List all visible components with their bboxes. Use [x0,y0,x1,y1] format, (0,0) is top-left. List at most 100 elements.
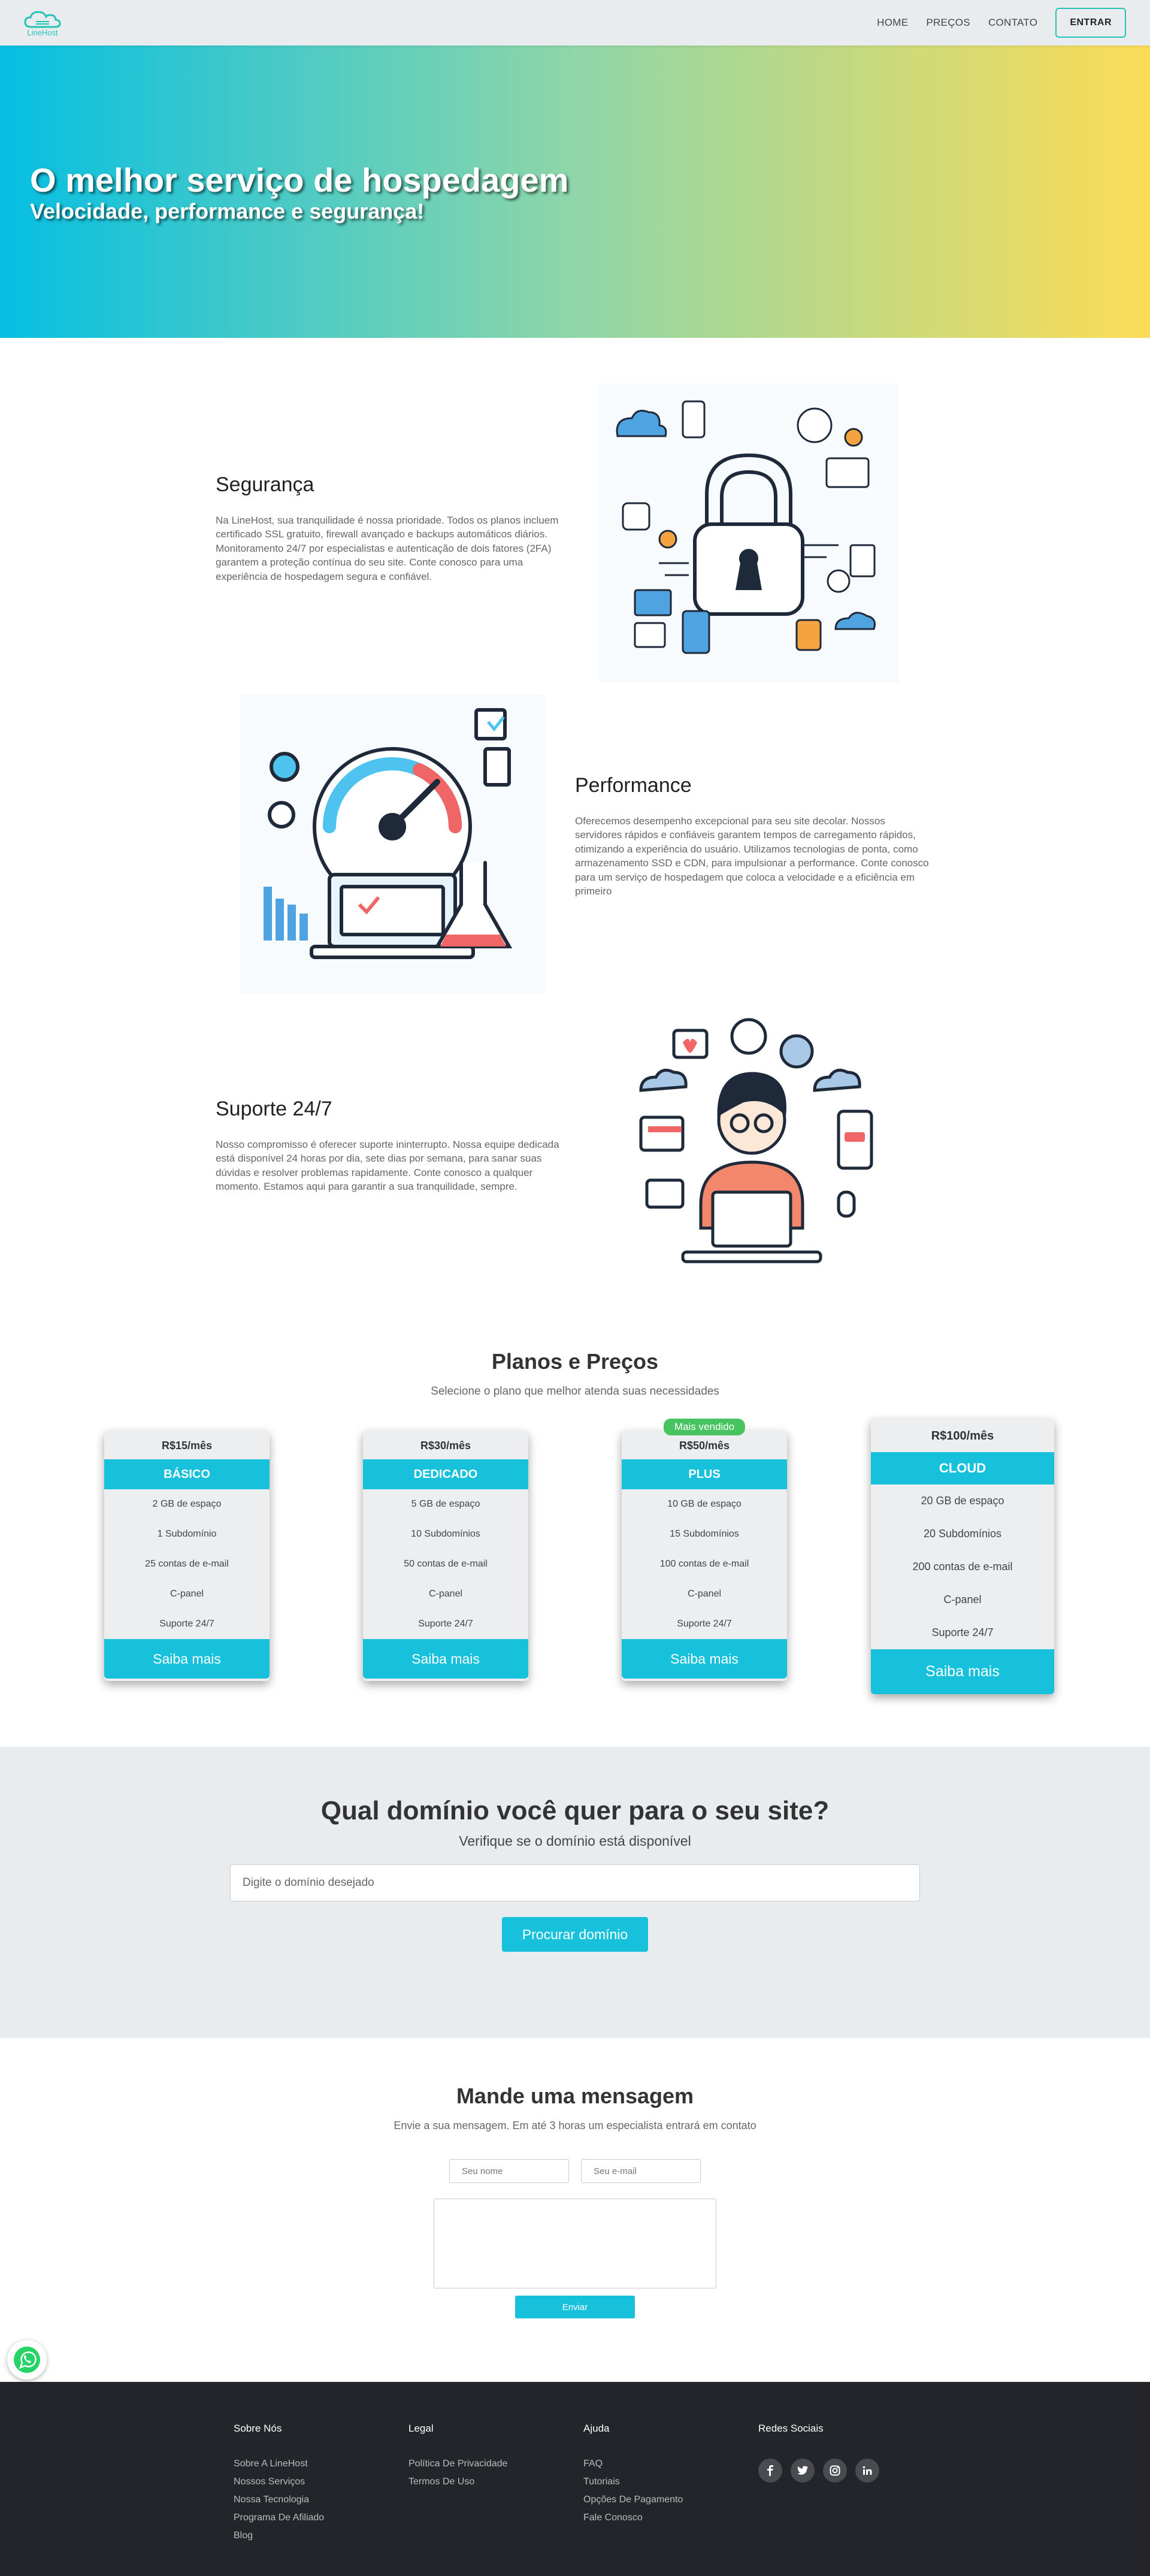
best-seller-badge: Mais vendido [663,1419,746,1435]
plan-feature: Suporte 24/7 [418,1619,473,1629]
footer-heading: Legal [408,2423,434,2434]
domain-title: Qual domínio você quer para o seu site? [320,1796,830,1825]
plan-feature: 5 GB de espaço [411,1499,480,1509]
logo-text: LineHost [27,28,58,37]
footer-column-social: Redes Sociais [758,2423,926,2483]
plan-price: R$100/mês [931,1429,994,1443]
feature-description: Nosso compromisso é oferecer suporte ini… [216,1139,559,1193]
plan-cta-button[interactable]: Saiba mais [363,1639,528,1679]
linkedin-icon[interactable] [855,2459,879,2483]
footer-link[interactable]: FAQ [583,2459,751,2469]
email-field[interactable] [581,2159,701,2183]
footer-link[interactable]: Política De Privacidade [408,2459,576,2469]
footer-link[interactable]: Nossa Tecnologia [234,2495,401,2505]
footer-link[interactable]: Nossos Serviços [234,2477,401,2487]
plan-feature: 10 Subdomínios [411,1529,480,1539]
pricing-subtitle: Selecione o plano que melhor atenda suas… [431,1385,719,1398]
plan-feature: C-panel [170,1589,204,1599]
name-field[interactable] [449,2159,569,2183]
cloud-logo-icon [24,10,61,28]
support-illustration [617,1012,886,1276]
feature-security: Segurança Na LineHost, sua tranquilidade… [216,473,575,583]
nav-links: HOME PREÇOS CONTATO ENTRAR [877,8,1131,38]
footer-heading: Sobre Nós [234,2423,282,2434]
footer-column-help: Ajuda FAQ Tutoriais Opções De Pagamento … [583,2423,751,2530]
footer-heading: Ajuda [583,2423,610,2434]
feature-performance: Performance Oferecemos desempenho excepc… [575,774,934,899]
footer-link[interactable]: Sobre A LineHost [234,2459,401,2469]
plan-feature: 1 Subdomínio [157,1529,217,1539]
footer-link[interactable]: Programa De Afiliado [234,2512,401,2523]
plan-cta-button[interactable]: Saiba mais [871,1649,1054,1694]
plan-cta-button[interactable]: Saiba mais [622,1639,787,1679]
plan-name: CLOUD [871,1452,1054,1484]
instagram-icon[interactable] [823,2459,847,2483]
twitter-icon[interactable] [791,2459,815,2483]
top-navbar: LineHost HOME PREÇOS CONTATO ENTRAR [0,0,1150,46]
social-links [758,2459,926,2483]
feature-support: Suporte 24/7 Nosso compromisso é oferece… [216,1097,575,1194]
domain-subtitle: Verifique se o domínio está disponível [459,1833,691,1849]
plan-feature: 20 Subdomínios [923,1528,1002,1540]
plan-feature: C-panel [943,1594,982,1606]
domain-search-section: Qual domínio você quer para o seu site? … [0,1747,1150,2038]
feature-title: Performance [575,774,692,797]
plan-feature: 10 GB de espaço [667,1499,742,1509]
plan-card-dedicado: R$30/mês DEDICADO 5 GB de espaço 10 Subd… [363,1431,528,1681]
plan-card-plus: Mais vendido R$50/mês PLUS 10 GB de espa… [622,1419,787,1681]
plan-feature: 2 GB de espaço [152,1499,222,1509]
plan-price: R$15/mês [161,1440,213,1452]
footer-column-about: Sobre Nós Sobre A LineHost Nossos Serviç… [234,2423,401,2548]
plan-feature: C-panel [428,1589,463,1599]
security-illustration [599,383,898,683]
footer-link[interactable]: Tutoriais [583,2477,751,2487]
nav-link-precos[interactable]: PREÇOS [926,17,970,29]
footer: Sobre Nós Sobre A LineHost Nossos Serviç… [0,2382,1150,2576]
performance-illustration [240,695,545,994]
padlock-icon [616,400,876,654]
plan-feature: Suporte 24/7 [677,1619,732,1629]
contact-subtitle: Envie a sua mensagem. Em até 3 horas um … [394,2120,756,2131]
hero-banner: O melhor serviço de hospedagem Velocidad… [0,46,1150,338]
facebook-icon[interactable] [758,2459,782,2483]
whatsapp-button[interactable] [7,2340,47,2380]
feature-description: Oferecemos desempenho excepcional para s… [575,815,929,897]
plan-price: R$30/mês [420,1440,471,1452]
search-domain-button[interactable]: Procurar domínio [502,1917,648,1952]
whatsapp-icon [14,2347,40,2373]
nav-link-home[interactable]: HOME [877,17,908,29]
plan-name: BÁSICO [104,1459,270,1489]
footer-link[interactable]: Opções De Pagamento [583,2495,751,2505]
feature-title: Suporte 24/7 [216,1097,332,1120]
support-agent-icon [639,1018,873,1263]
plan-card-cloud: R$100/mês CLOUD 20 GB de espaço 20 Subdo… [871,1419,1054,1694]
plan-feature: 200 contas de e-mail [912,1561,1013,1573]
send-button[interactable]: Enviar [515,2296,635,2318]
plan-feature: 100 contas de e-mail [659,1559,749,1569]
hero-title: O melhor serviço de hospedagem [30,161,569,199]
footer-heading: Redes Sociais [758,2423,824,2434]
footer-column-legal: Legal Política De Privacidade Termos De … [408,2423,576,2495]
domain-input[interactable] [230,1864,920,1901]
contact-title: Mande uma mensagem [456,2084,694,2108]
feature-description: Na LineHost, sua tranquilidade é nossa p… [216,515,559,582]
hero-subtitle: Velocidade, performance e segurança! [30,199,425,223]
plan-feature: C-panel [687,1589,722,1599]
logo[interactable]: LineHost [19,9,66,37]
nav-link-contato[interactable]: CONTATO [988,17,1037,29]
speedometer-icon [264,708,513,959]
footer-link[interactable]: Termos De Uso [408,2477,576,2487]
footer-link[interactable]: Blog [234,2530,401,2541]
plan-feature: 15 Subdomínios [670,1529,739,1539]
plan-cta-button[interactable]: Saiba mais [104,1639,270,1679]
plan-name: DEDICADO [363,1459,528,1489]
plan-feature: Suporte 24/7 [159,1619,214,1629]
pricing-title: Planos e Preços [491,1349,659,1374]
message-textarea[interactable] [434,2199,716,2288]
plan-feature: 25 contas de e-mail [145,1559,229,1569]
login-button[interactable]: ENTRAR [1055,8,1126,38]
footer-link[interactable]: Fale Conosco [583,2512,751,2523]
plan-card-basico: R$15/mês BÁSICO 2 GB de espaço 1 Subdomí… [104,1431,270,1681]
plan-name: PLUS [622,1459,787,1489]
plan-feature: 50 contas de e-mail [404,1559,488,1569]
